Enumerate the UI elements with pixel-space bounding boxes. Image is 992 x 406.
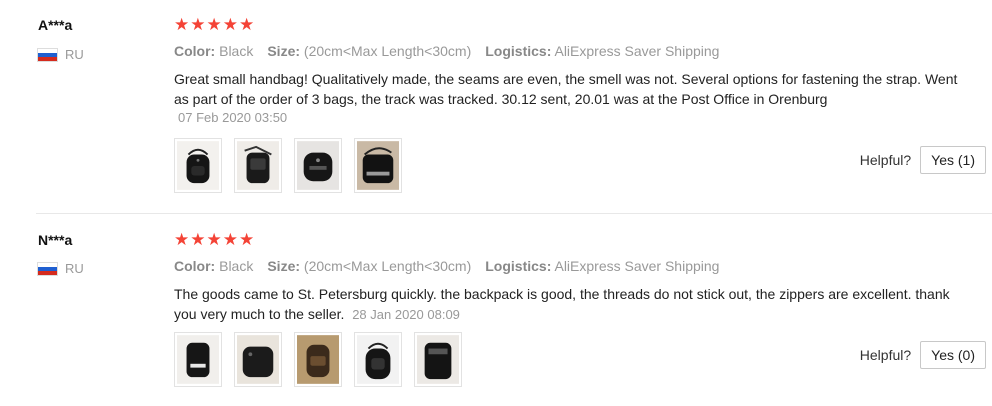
- russia-flag-icon: [37, 47, 58, 62]
- reviewer-country: RU: [37, 47, 84, 62]
- review-photos: [174, 332, 462, 387]
- helpful-label: Helpful?: [859, 152, 912, 168]
- country-code: RU: [65, 47, 84, 62]
- reviewer-country: RU: [37, 261, 84, 276]
- review-item: N***a RU ★★★★★ Color: Black Size: (20cm<…: [0, 214, 992, 406]
- size-value: (20cm<Max Length<30cm): [303, 43, 472, 59]
- helpful-label: Helpful?: [859, 347, 912, 363]
- size-label: Size:: [267, 43, 301, 59]
- color-attr: Color: Black: [174, 43, 253, 59]
- review-photo-thumbnail[interactable]: [174, 332, 222, 387]
- review-meta: Color: Black Size: (20cm<Max Length<30cm…: [174, 43, 719, 59]
- rating-stars: ★★★★★: [174, 230, 256, 249]
- color-label: Color:: [174, 258, 216, 274]
- backpack-photo-icon: [177, 141, 219, 190]
- helpful-vote: Helpful? Yes (0): [860, 341, 986, 369]
- logistics-attr: Logistics: AliExpress Saver Shipping: [485, 258, 719, 274]
- review-text: The goods came to St. Petersburg quickly…: [174, 284, 964, 325]
- backpack-photo-icon: [357, 335, 399, 384]
- review-date: 28 Jan 2020 08:09: [352, 307, 460, 322]
- logistics-attr: Logistics: AliExpress Saver Shipping: [485, 43, 719, 59]
- backpack-photo-icon: [357, 141, 399, 190]
- review-photo-thumbnail[interactable]: [234, 332, 282, 387]
- reviewer-name: A***a: [38, 17, 73, 33]
- review-meta: Color: Black Size: (20cm<Max Length<30cm…: [174, 258, 719, 274]
- backpack-photo-icon: [297, 335, 339, 384]
- rating-stars: ★★★★★: [174, 15, 256, 34]
- size-attr: Size: (20cm<Max Length<30cm): [267, 43, 471, 59]
- russia-flag-icon: [37, 261, 58, 276]
- color-value: Black: [219, 43, 254, 59]
- reviews-page: A***a RU ★★★★★ Color: Black Size: (20cm<…: [0, 0, 992, 406]
- review-photo-thumbnail[interactable]: [354, 138, 402, 193]
- color-label: Color:: [174, 43, 216, 59]
- yes-helpful-button[interactable]: Yes (0): [920, 341, 986, 369]
- color-value: Black: [219, 258, 254, 274]
- review-item: A***a RU ★★★★★ Color: Black Size: (20cm<…: [0, 0, 992, 214]
- review-text: Great small handbag! Qualitatively made,…: [174, 71, 958, 107]
- review-date: 07 Feb 2020 03:50: [178, 110, 288, 125]
- review-photo-thumbnail[interactable]: [234, 138, 282, 193]
- backpack-photo-icon: [237, 335, 279, 384]
- logistics-value: AliExpress Saver Shipping: [554, 43, 720, 59]
- backpack-photo-icon: [177, 335, 219, 384]
- logistics-label: Logistics:: [485, 258, 552, 274]
- color-attr: Color: Black: [174, 258, 253, 274]
- country-code: RU: [65, 261, 84, 276]
- review-photo-thumbnail[interactable]: [294, 332, 342, 387]
- review-body: The goods came to St. Petersburg quickly…: [174, 286, 950, 322]
- review-photo-thumbnail[interactable]: [354, 332, 402, 387]
- logistics-value: AliExpress Saver Shipping: [554, 258, 720, 274]
- size-attr: Size: (20cm<Max Length<30cm): [267, 258, 471, 274]
- size-value: (20cm<Max Length<30cm): [303, 258, 472, 274]
- backpack-photo-icon: [417, 335, 459, 384]
- backpack-photo-icon: [237, 141, 279, 190]
- reviewer-name: N***a: [38, 232, 73, 248]
- logistics-label: Logistics:: [485, 43, 552, 59]
- review-photo-thumbnail[interactable]: [174, 138, 222, 193]
- review-photo-thumbnail[interactable]: [414, 332, 462, 387]
- size-label: Size:: [267, 258, 301, 274]
- helpful-vote: Helpful? Yes (1): [860, 146, 986, 174]
- backpack-photo-icon: [297, 141, 339, 190]
- review-photo-thumbnail[interactable]: [294, 138, 342, 193]
- review-photos: [174, 138, 402, 193]
- yes-helpful-button[interactable]: Yes (1): [920, 146, 986, 174]
